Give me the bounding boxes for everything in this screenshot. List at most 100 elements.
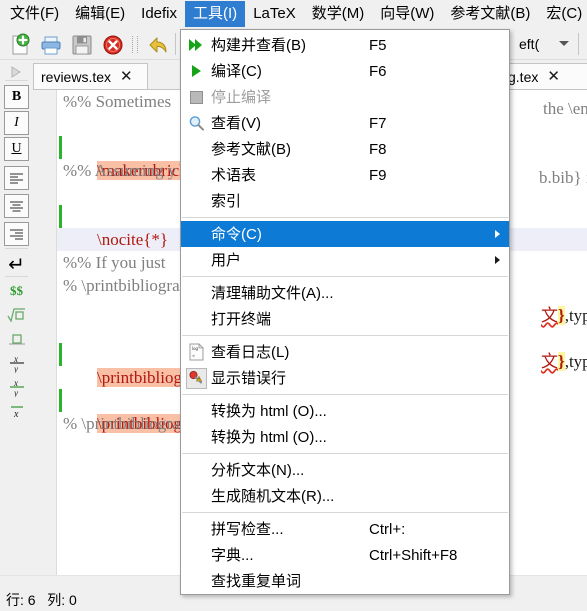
menu-item-icon-placeholder (181, 247, 211, 273)
menubar-item-latex[interactable]: LaTeX (245, 1, 304, 27)
save-button[interactable] (70, 33, 94, 57)
newline-button[interactable]: ↵ (4, 252, 29, 276)
menu-item-dictionary[interactable]: 字典... Ctrl+Shift+F8 (181, 542, 509, 568)
menubar-item-idefix[interactable]: Idefix (133, 1, 185, 27)
code-line: %% If you just (63, 253, 170, 272)
close-icon[interactable]: ✕ (547, 69, 560, 84)
menu-item-label: 构建并查看(B) (211, 36, 306, 54)
chevron-down-icon[interactable] (559, 41, 569, 46)
modified-line-marker (59, 343, 62, 366)
math-icon: $$ (10, 283, 23, 298)
toolbar-divider (578, 33, 579, 55)
menu-item-convert-to-html-1[interactable]: 转换为 html (O)... (181, 398, 509, 424)
overline-button[interactable]: x (4, 399, 29, 423)
close-document-button[interactable] (101, 33, 125, 57)
menubar-item-edit[interactable]: 编辑(E) (67, 1, 133, 27)
menu-item-spell-check[interactable]: 拼写检查... Ctrl+: (181, 516, 509, 542)
code-line: \nocite{*} (59, 182, 168, 249)
align-left-icon (10, 173, 23, 184)
align-left-button[interactable] (4, 166, 29, 190)
align-center-icon (10, 201, 23, 212)
menu-item-icon-placeholder (181, 136, 211, 162)
menu-item-icon-placeholder (181, 306, 211, 332)
superscript-button[interactable] (4, 327, 29, 351)
menu-item-clean-aux-files[interactable]: 清理辅助文件(A)... (181, 280, 509, 306)
menu-item-accelerator: F9 (369, 166, 387, 184)
menu-item-label: 停止编译 (211, 88, 272, 106)
menubar-item-tools[interactable]: 工具(I) (185, 1, 246, 27)
menu-item-bibliography[interactable]: 参考文献(B) F8 (181, 136, 509, 162)
menubar-item-bibliography[interactable]: 参考文献(B) (442, 1, 538, 27)
menu-item-user[interactable]: 用户 (181, 247, 509, 273)
italic-button[interactable]: I (4, 111, 29, 135)
menu-item-open-terminal[interactable]: 打开终端 (181, 306, 509, 332)
menu-separator (181, 332, 509, 339)
menu-item-index[interactable]: 索引 (181, 188, 509, 214)
menu-item-label: 命令(C) (211, 225, 262, 243)
menubar-item-file[interactable]: 文件(F) (2, 1, 67, 27)
menubar-item-macros[interactable]: 宏(C) (538, 1, 587, 27)
toolbar-separator (137, 36, 140, 53)
menu-item-compile[interactable]: 编译(C) F6 (181, 58, 509, 84)
menu-item-icon-placeholder (181, 483, 211, 509)
texstudio-window: 文件(F) 编辑(E) Idefix 工具(I) LaTeX 数学(M) 向导(… (0, 0, 587, 611)
menu-item-accelerator: F5 (369, 36, 387, 54)
fraction-alt-button[interactable]: x y (4, 375, 29, 399)
fraction-button[interactable]: x y (4, 351, 29, 375)
menu-item-stop-compile: 停止编译 (181, 84, 509, 110)
menubar-item-math[interactable]: 数学(M) (304, 1, 373, 27)
menubar-item-wizard-label: 向导(W) (380, 5, 435, 22)
menu-item-label: 查看(V) (211, 114, 261, 132)
editor-gutter[interactable] (33, 90, 57, 577)
menu-item-build-and-view[interactable]: 构建并查看(B) F5 (181, 32, 509, 58)
menubar-item-wizard[interactable]: 向导(W) (372, 1, 442, 27)
menu-item-label: 拼写检查... (211, 520, 284, 538)
code-fragment: b.bib} in t (539, 168, 587, 187)
toolbar-separator (132, 36, 135, 53)
menu-separator (181, 450, 509, 457)
undo-button[interactable] (146, 33, 170, 57)
menu-item-label: 显示错误行 (211, 369, 287, 387)
menu-item-commands[interactable]: 命令(C) (181, 221, 509, 247)
menu-bar: 文件(F) 编辑(E) Idefix 工具(I) LaTeX 数学(M) 向导(… (0, 0, 587, 29)
menu-item-accelerator: Ctrl+Shift+F8 (369, 546, 458, 564)
align-right-icon (10, 229, 23, 240)
new-document-button[interactable] (8, 33, 32, 57)
submenu-arrow-icon (495, 230, 500, 238)
tab-g-tex[interactable]: g.tex ✕ (500, 63, 587, 90)
align-center-button[interactable] (4, 194, 29, 218)
sqrt-button[interactable] (4, 303, 29, 327)
menu-item-show-error-line[interactable]: 显示错误行 (181, 365, 509, 391)
bold-icon: B (11, 89, 22, 104)
svg-text:y: y (13, 388, 18, 397)
menu-item-convert-to-html-2[interactable]: 转换为 html (O)... (181, 424, 509, 450)
tab-reviews-tex[interactable]: reviews.tex ✕ (33, 63, 148, 90)
code-line: % \printbibliogra (63, 414, 180, 433)
underline-button[interactable]: U (4, 137, 29, 161)
print-button[interactable] (39, 33, 63, 57)
menu-item-find-duplicate-words[interactable]: 查找重复单词 (181, 568, 509, 594)
menu-item-glossary[interactable]: 术语表 F9 (181, 162, 509, 188)
align-right-button[interactable] (4, 222, 29, 246)
menu-item-accelerator: Ctrl+: (369, 520, 406, 538)
misspelled-text: 文 (541, 306, 558, 325)
tab-label: g.tex (508, 69, 539, 85)
menu-item-view-log[interactable]: log 查看日志(L) (181, 339, 509, 365)
menu-item-icon-placeholder (181, 568, 211, 594)
menu-separator (181, 273, 509, 280)
menu-separator (181, 509, 509, 516)
command-combo-value[interactable]: eft( (519, 34, 539, 55)
menu-item-generate-random-text[interactable]: 生成随机文本(R)... (181, 483, 509, 509)
menu-item-analyse-text[interactable]: 分析文本(N)... (181, 457, 509, 483)
sidebar-separator (5, 80, 28, 81)
code-command: \nocite{*} (97, 230, 169, 249)
newline-icon: ↵ (8, 253, 25, 276)
menubar-item-macros-label: 宏(C) (546, 5, 583, 22)
bold-button[interactable]: B (4, 85, 29, 109)
menu-item-label: 术语表 (211, 166, 257, 184)
close-icon[interactable]: ✕ (120, 69, 133, 84)
menu-item-label: 字典... (211, 546, 254, 564)
math-inline-button[interactable]: $$ (4, 279, 29, 303)
menu-item-view[interactable]: 查看(V) F7 (181, 110, 509, 136)
tools-menu-dropdown: 构建并查看(B) F5 编译(C) F6 停止编译 查看(V) F7 参考文献(… (180, 29, 510, 595)
